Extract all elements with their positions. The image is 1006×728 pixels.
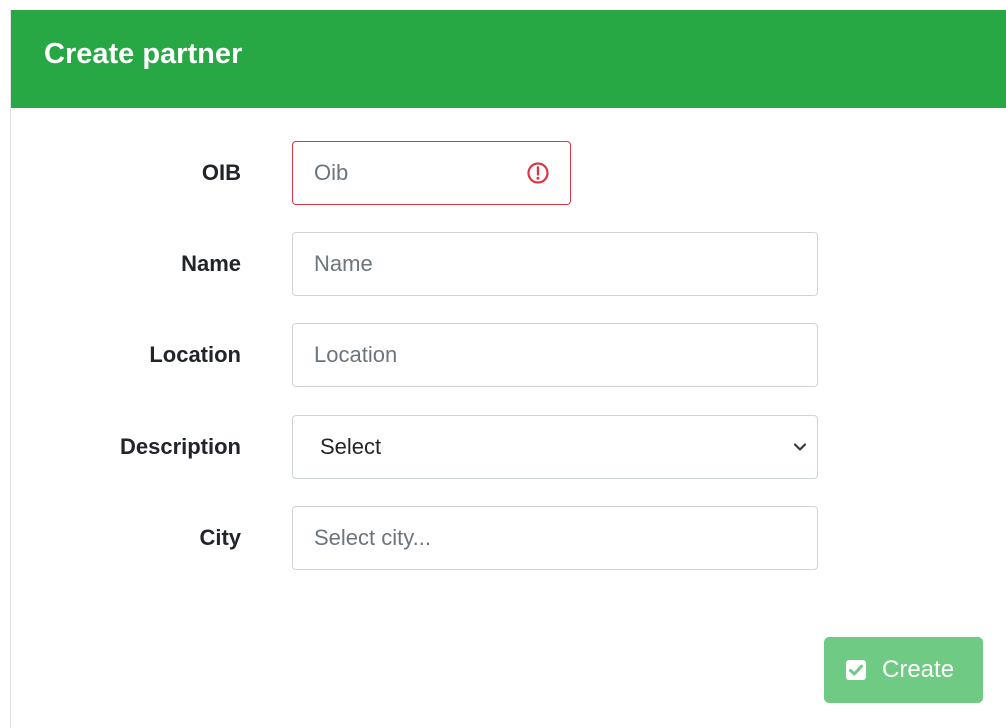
description-select[interactable]: Select xyxy=(292,415,818,479)
description-selected-value: Select xyxy=(320,434,382,459)
city-row: City xyxy=(11,506,1006,570)
location-row: Location xyxy=(11,323,1006,387)
create-button-label: Create xyxy=(882,656,955,683)
name-row: Name xyxy=(11,232,1006,296)
chevron-down-icon xyxy=(793,443,807,451)
city-label: City xyxy=(199,525,241,550)
oib-label: OIB xyxy=(201,160,241,185)
location-input[interactable] xyxy=(292,323,818,387)
city-input[interactable] xyxy=(292,506,818,570)
location-label: Location xyxy=(149,342,241,367)
name-label: Name xyxy=(181,251,241,276)
create-button[interactable]: Create xyxy=(824,637,983,703)
create-partner-card: Create partner OIB Name Location Descrip… xyxy=(10,10,1006,728)
description-row: Description Select xyxy=(11,415,1006,479)
name-input[interactable] xyxy=(292,232,818,296)
check-square-icon xyxy=(846,660,866,680)
oib-row: OIB xyxy=(11,141,1006,205)
page-title: Create partner xyxy=(44,38,243,70)
card-header: Create partner xyxy=(11,10,1006,108)
description-label: Description xyxy=(119,434,241,459)
exclamation-circle-icon xyxy=(527,162,549,184)
